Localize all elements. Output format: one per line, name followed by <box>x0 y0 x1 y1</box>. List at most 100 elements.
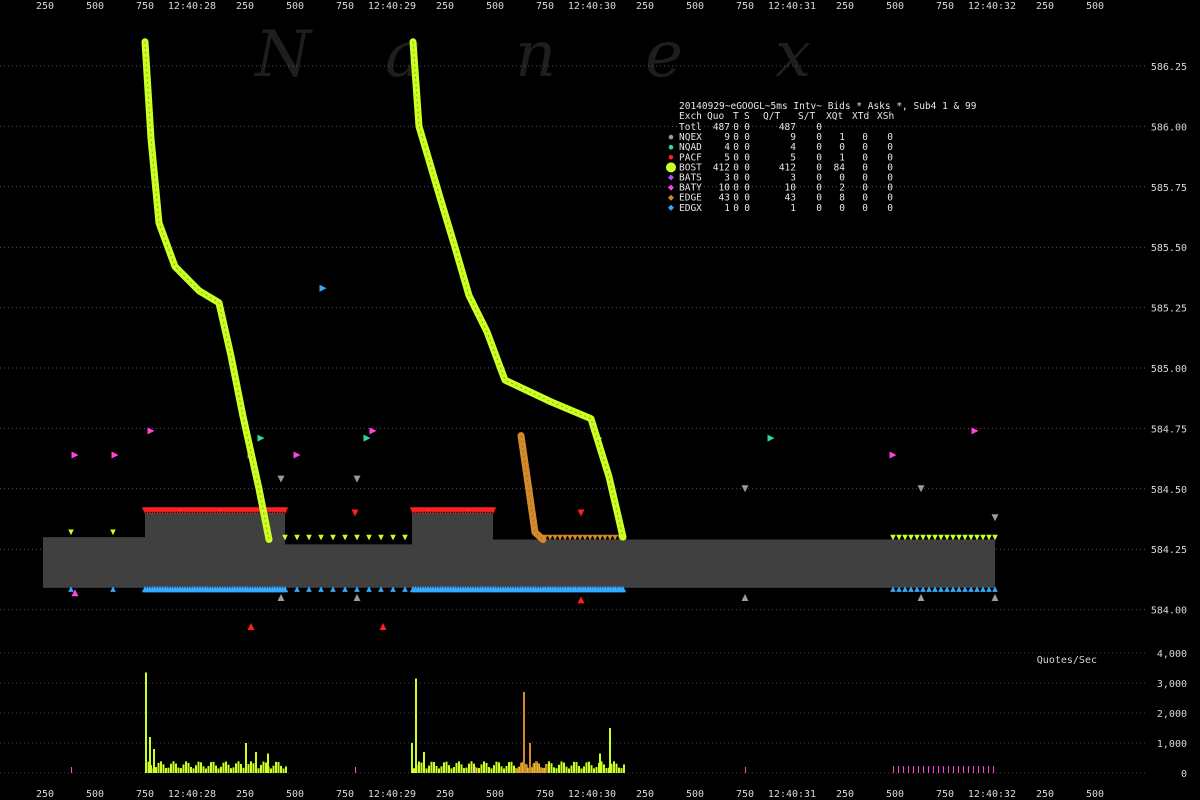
legend-cell: EDGX <box>679 203 702 214</box>
sweep-texture <box>412 41 624 538</box>
y-tick-label: 585.50 <box>1151 243 1187 254</box>
rate-tick-label: 0 <box>1181 769 1187 780</box>
ask-quote-marker <box>294 534 300 541</box>
rate-bar <box>227 764 230 773</box>
rate-bar <box>500 766 503 773</box>
rate-bar <box>978 766 979 773</box>
quote-marker <box>991 514 999 522</box>
rate-bar <box>983 766 984 773</box>
rate-bar <box>595 767 598 773</box>
ask-quote-marker <box>306 534 312 541</box>
rate-bar <box>145 672 147 773</box>
quote-marker <box>111 451 119 459</box>
rate-bar <box>285 766 287 773</box>
rate-bar <box>903 766 904 773</box>
legend: 20140929~eGOOGL~5ms Intv~ Bids * Asks *,… <box>666 101 977 214</box>
x-tick-label-bottom: 750 <box>536 789 554 800</box>
ask-quote-marker <box>950 534 956 541</box>
rate-bar <box>210 762 212 773</box>
ask-quote-marker <box>602 534 608 541</box>
watermark-letter: n <box>515 18 556 92</box>
rate-bar <box>267 753 269 773</box>
rate-bar <box>609 728 611 773</box>
rate-bar <box>458 761 460 773</box>
rate-bar <box>933 766 934 773</box>
rate-bar <box>180 768 182 773</box>
rate-bar <box>478 768 480 773</box>
rate-bar <box>270 768 272 773</box>
rate-bar <box>445 761 448 773</box>
rate-bar <box>963 766 964 773</box>
x-tick-label-top: 12:40:28 <box>168 1 216 12</box>
rate-bar <box>177 767 180 773</box>
rate-bar <box>212 761 215 773</box>
rate-bar <box>953 766 954 773</box>
rate-bar <box>438 768 440 773</box>
rate-bar <box>247 764 250 773</box>
rate-bar <box>505 765 508 773</box>
ask-quote-marker <box>366 534 372 541</box>
quote-marker <box>971 427 979 435</box>
legend-header: Quo <box>707 111 724 122</box>
rate-bar <box>170 763 172 773</box>
ask-quote-marker <box>402 534 408 541</box>
rate-bar <box>423 752 425 773</box>
x-tick-label-bottom: 250 <box>36 789 54 800</box>
x-tick-label-bottom: 500 <box>886 789 904 800</box>
ask-quote-marker <box>986 534 992 541</box>
rate-bar <box>250 761 252 773</box>
ask-quote-marker <box>552 534 558 541</box>
legend-cell: 0 <box>816 203 822 214</box>
ask-quote-marker <box>974 534 980 541</box>
rate-bar <box>463 768 465 773</box>
rate-bar <box>532 764 535 773</box>
rate-bar <box>257 768 260 773</box>
rate-bar <box>175 763 177 773</box>
watermark-letter: e <box>645 18 683 92</box>
x-tick-label-bottom: 750 <box>936 789 954 800</box>
rate-bar <box>535 761 537 773</box>
rate-bar <box>498 762 500 773</box>
rate-bar <box>545 764 547 773</box>
legend-swatch <box>668 134 674 140</box>
rate-bar <box>923 766 924 773</box>
rate-bar <box>192 768 195 773</box>
ask-quote-marker <box>612 534 618 541</box>
rate-bar <box>153 749 155 773</box>
rate-bar <box>167 767 170 773</box>
x-tick-label-bottom: 12:40:31 <box>768 789 816 800</box>
rate-bar <box>745 767 746 773</box>
sweep-line-edge <box>517 432 547 543</box>
quote-marker <box>277 594 285 602</box>
rate-bar <box>503 768 505 773</box>
rate-bar <box>197 761 200 773</box>
rate-bar <box>568 768 570 773</box>
rate-bar <box>893 766 894 773</box>
legend-header: XQt <box>826 111 843 122</box>
rate-bar <box>428 765 430 773</box>
quote-marker <box>577 509 585 517</box>
rate-bar <box>578 765 580 773</box>
rate-bar <box>355 767 356 773</box>
x-tick-label-top: 12:40:29 <box>368 1 416 12</box>
legend-cell: 0 <box>887 203 893 214</box>
rate-bar <box>277 762 280 773</box>
rate-bar <box>443 762 445 773</box>
ask-quote-marker <box>938 534 944 541</box>
rate-bar <box>245 743 247 773</box>
quote-marker <box>917 485 925 493</box>
rate-bar <box>473 763 475 773</box>
ask-quote-marker <box>592 534 598 541</box>
rate-bar <box>515 768 517 773</box>
rate-bar <box>207 766 210 773</box>
rate-bar <box>585 762 588 773</box>
ask-quote-marker <box>968 534 974 541</box>
rate-bar <box>411 743 413 773</box>
x-tick-label-bottom: 750 <box>736 789 754 800</box>
rate-bar <box>618 767 620 773</box>
rate-bar <box>555 768 558 773</box>
rate-bar <box>548 761 550 773</box>
rate-bar <box>550 763 553 773</box>
quote-marker <box>889 451 897 459</box>
legend-cell: 0 <box>733 203 739 214</box>
